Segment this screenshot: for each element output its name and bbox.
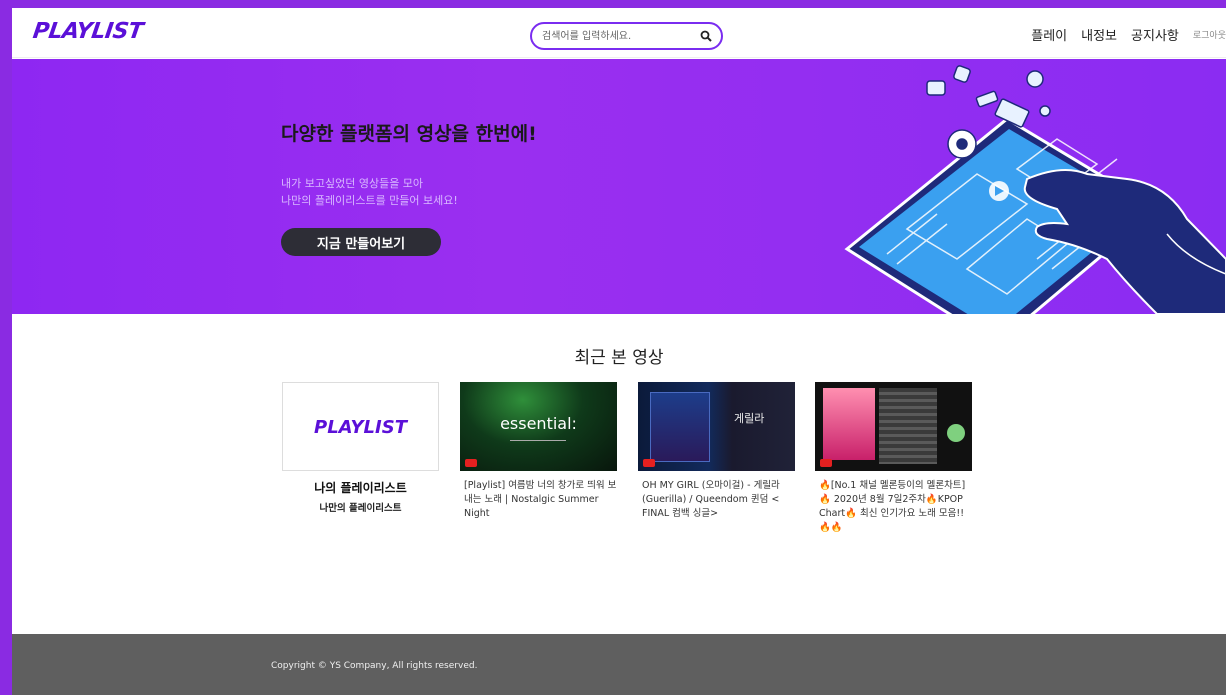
chart-list-image <box>879 388 937 464</box>
logo[interactable]: PLAYLIST <box>31 19 144 44</box>
video-thumbnail[interactable]: essential: <box>460 382 617 471</box>
video-thumbnail-text: essential: <box>500 414 577 433</box>
search-box <box>530 22 723 50</box>
hero-subtitle-line1: 내가 보고싶었던 영상들을 모아 <box>281 177 424 190</box>
youtube-icon <box>465 459 477 467</box>
video-thumbnail[interactable] <box>815 382 972 471</box>
nav-play[interactable]: 플레이 <box>1031 25 1067 44</box>
my-playlist-title[interactable]: 나의 플레이리스트 <box>282 479 439 496</box>
header: PLAYLIST 플레이 내정보 공지사항 로그아웃 <box>12 8 1226 58</box>
my-playlist-card[interactable]: PLAYLIST 나의 플레이리스트 나만의 플레이리스트 <box>282 382 439 514</box>
my-playlist-thumbnail[interactable]: PLAYLIST <box>282 382 439 471</box>
video-card[interactable]: essential: [Playlist] 여름밤 너의 창가로 띄워 보내는 … <box>460 382 617 521</box>
nav-myinfo[interactable]: 내정보 <box>1081 25 1117 44</box>
hero-subtitle-line2: 나만의 플레이리스트를 만들어 보세요! <box>281 194 458 207</box>
video-card[interactable]: 게릴라 OH MY GIRL (오마이걸) - 게릴라 (Guerilla) /… <box>638 382 795 521</box>
video-thumbnail[interactable]: 게릴라 <box>638 382 795 471</box>
tablet-illustration <box>844 65 1226 314</box>
video-title[interactable]: [Playlist] 여름밤 너의 창가로 띄워 보내는 노래 | Nostal… <box>460 479 617 521</box>
search-input[interactable] <box>542 27 692 45</box>
nav-notice[interactable]: 공지사항 <box>1131 25 1179 44</box>
hero-title: 다양한 플랫폼의 영상을 한번에! <box>281 123 537 145</box>
video-title[interactable]: 🔥[No.1 채널 멜론등이의 멜론차트]🔥 2020년 8월 7일2주차🔥KP… <box>815 479 972 535</box>
page: PLAYLIST 플레이 내정보 공지사항 로그아웃 다양한 플랫폼의 영상을 … <box>12 8 1226 695</box>
character-icon <box>947 424 965 442</box>
main-nav: 플레이 내정보 공지사항 로그아웃 <box>1031 24 1226 44</box>
youtube-icon <box>643 459 655 467</box>
footer: Copyright © YS Company, All rights reser… <box>12 634 1226 695</box>
video-thumbnail-text: 게릴라 <box>734 412 765 425</box>
video-card[interactable]: 🔥[No.1 채널 멜론등이의 멜론차트]🔥 2020년 8월 7일2주차🔥KP… <box>815 382 972 535</box>
divider-line <box>510 440 566 441</box>
search-icon[interactable] <box>700 30 712 42</box>
my-playlist-subtitle: 나만의 플레이리스트 <box>319 503 402 514</box>
copyright-text: Copyright © YS Company, All rights reser… <box>271 661 478 671</box>
logout-link[interactable]: 로그아웃 <box>1193 28 1226 41</box>
create-now-button[interactable]: 지금 만들어보기 <box>281 228 441 256</box>
hero-banner: 다양한 플랫폼의 영상을 한번에! 내가 보고싶었던 영상들을 모아 나만의 플… <box>12 59 1226 314</box>
youtube-icon <box>820 459 832 467</box>
album-art <box>650 392 710 462</box>
video-title[interactable]: OH MY GIRL (오마이걸) - 게릴라 (Guerilla) / Que… <box>638 479 795 521</box>
my-playlist-logo: PLAYLIST <box>314 417 407 438</box>
recent-videos-title: 최근 본 영상 <box>574 348 664 368</box>
video-still <box>823 388 875 460</box>
